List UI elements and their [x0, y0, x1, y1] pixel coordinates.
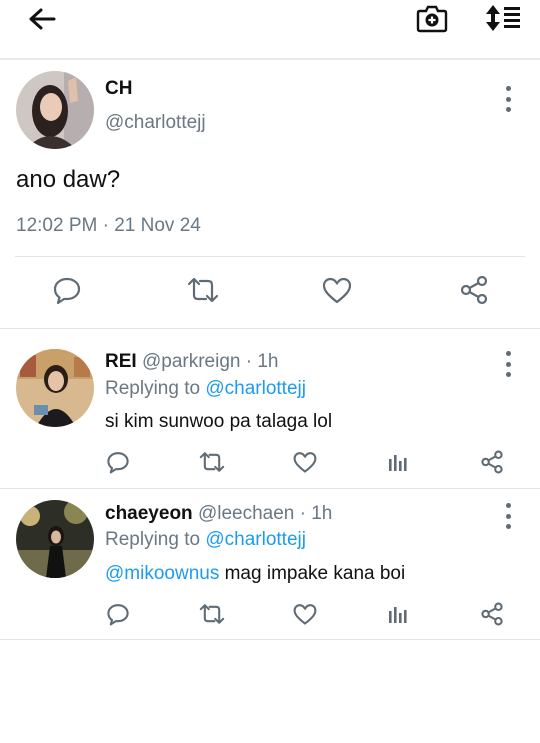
reply-text: @mikoownus mag impake kana boi: [105, 563, 405, 585]
comment-icon: [107, 604, 129, 626]
comment-icon: [107, 452, 129, 474]
replying-to-link[interactable]: @charlottejj: [205, 378, 306, 399]
avatar-photo: [16, 349, 94, 427]
divider: [15, 256, 525, 257]
avatar[interactable]: [16, 71, 94, 149]
like-icon: [293, 604, 317, 625]
share-button[interactable]: [454, 273, 494, 307]
reply-text: si kim sunwoo pa talaga lol: [105, 411, 333, 432]
more-options-icon[interactable]: [498, 351, 518, 377]
replying-to: Replying to @charlottejj: [105, 378, 306, 400]
camera-icon: [416, 5, 448, 33]
avatar-photo: [16, 500, 94, 578]
main-tweet: CH @charlottejj ano daw? 12:02 PM · 21 N…: [0, 60, 540, 329]
retweet-button[interactable]: [195, 599, 229, 629]
replying-to-link[interactable]: @charlottejj: [205, 529, 306, 550]
share-icon: [481, 450, 503, 474]
like-icon: [293, 452, 317, 473]
handle-and-time[interactable]: @leechaen · 1h: [198, 503, 332, 524]
retweet-button[interactable]: [195, 447, 229, 477]
arrow-left-icon: [29, 8, 56, 30]
comment-button[interactable]: [102, 447, 134, 477]
reply-tweet[interactable]: REI @parkreign · 1h Replying to @charlot…: [0, 328, 540, 489]
avatar-photo: [16, 71, 94, 149]
avatar[interactable]: [16, 500, 94, 578]
reply-header: REI @parkreign · 1h: [105, 351, 279, 373]
sort-button[interactable]: [482, 2, 524, 34]
display-name[interactable]: REI: [105, 351, 137, 372]
mention-link[interactable]: @mikoownus: [105, 563, 219, 584]
more-options-icon[interactable]: [498, 503, 518, 529]
display-name[interactable]: chaeyeon: [105, 503, 193, 524]
camera-button[interactable]: [413, 2, 451, 34]
analytics-button[interactable]: [383, 599, 413, 629]
analytics-button[interactable]: [383, 447, 413, 477]
analytics-icon: [389, 455, 407, 471]
retweet-icon: [199, 452, 225, 472]
replying-to: Replying to @charlottejj: [105, 529, 306, 551]
handle-and-time[interactable]: @parkreign · 1h: [142, 351, 279, 372]
share-icon: [481, 602, 503, 626]
back-button[interactable]: [22, 4, 62, 34]
top-bar: [0, 0, 540, 60]
reply-tweet[interactable]: chaeyeon @leechaen · 1h Replying to @cha…: [0, 489, 540, 640]
share-button[interactable]: [476, 599, 508, 629]
sort-lines-icon: [486, 5, 520, 31]
analytics-icon: [389, 607, 407, 623]
like-button[interactable]: [317, 273, 357, 307]
like-button[interactable]: [288, 599, 322, 629]
retweet-icon: [199, 604, 225, 624]
reply-text-body: mag impake kana boi: [219, 563, 406, 584]
share-button[interactable]: [476, 447, 508, 477]
comment-button[interactable]: [48, 273, 86, 307]
display-name[interactable]: CH: [105, 78, 132, 100]
tweet-timestamp: 12:02 PM · 21 Nov 24: [16, 215, 201, 236]
retweet-button[interactable]: [183, 273, 223, 307]
avatar[interactable]: [16, 349, 94, 427]
more-options-icon[interactable]: [498, 86, 518, 112]
like-icon: [322, 277, 352, 304]
tweet-text: ano daw?: [16, 166, 121, 193]
handle[interactable]: @charlottejj: [105, 112, 206, 134]
replying-prefix: Replying to: [105, 529, 201, 550]
reply-header: chaeyeon @leechaen · 1h: [105, 503, 332, 525]
replying-prefix: Replying to: [105, 378, 201, 399]
retweet-icon: [187, 277, 219, 303]
like-button[interactable]: [288, 447, 322, 477]
share-icon: [460, 275, 488, 305]
comment-icon: [53, 277, 81, 305]
comment-button[interactable]: [102, 599, 134, 629]
